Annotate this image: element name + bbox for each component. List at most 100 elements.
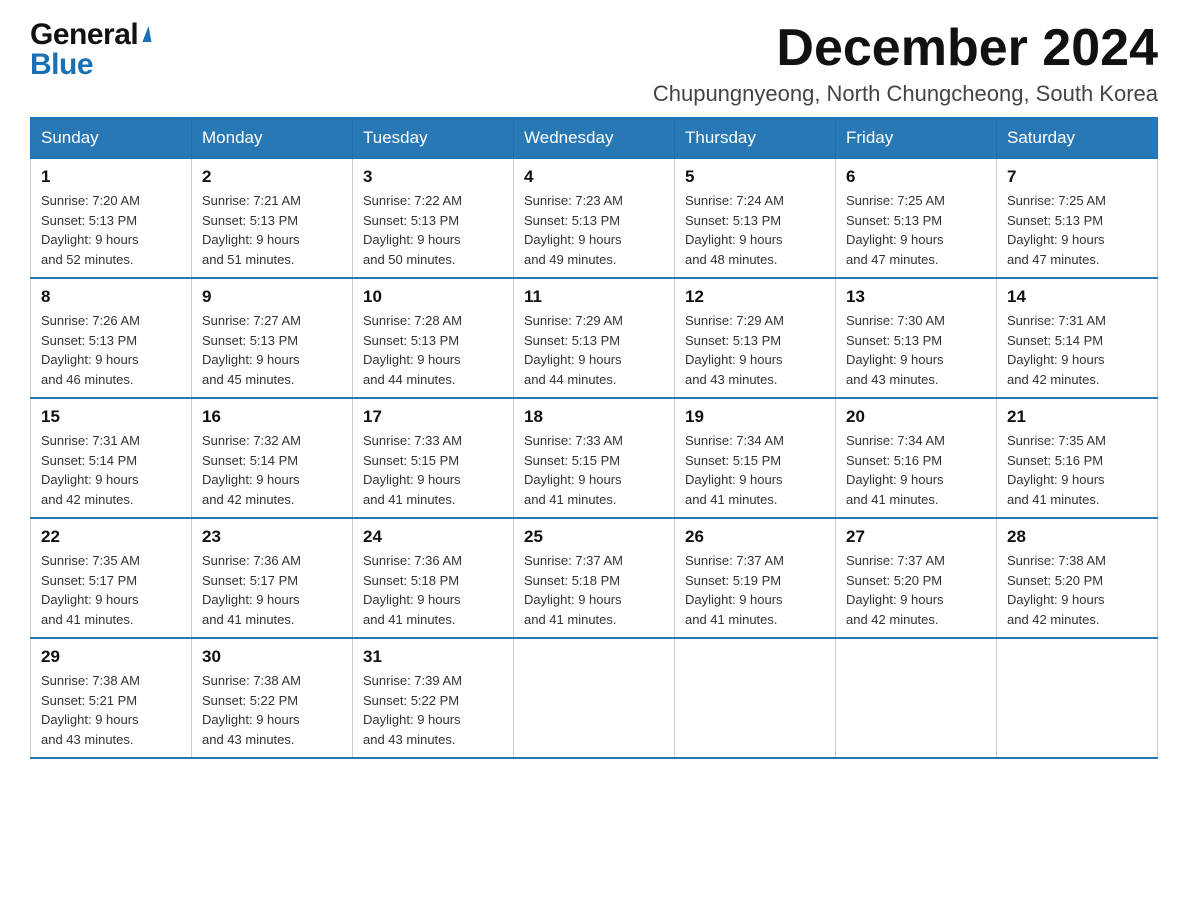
calendar-cell: 28 Sunrise: 7:38 AMSunset: 5:20 PMDaylig… (997, 518, 1158, 638)
calendar-cell: 24 Sunrise: 7:36 AMSunset: 5:18 PMDaylig… (353, 518, 514, 638)
day-number: 25 (524, 527, 664, 547)
day-info: Sunrise: 7:33 AMSunset: 5:15 PMDaylight:… (363, 433, 462, 507)
calendar-cell: 22 Sunrise: 7:35 AMSunset: 5:17 PMDaylig… (31, 518, 192, 638)
day-info: Sunrise: 7:33 AMSunset: 5:15 PMDaylight:… (524, 433, 623, 507)
logo-general: General (30, 20, 150, 50)
calendar-cell: 26 Sunrise: 7:37 AMSunset: 5:19 PMDaylig… (675, 518, 836, 638)
page-header: General Blue December 2024 Chupungnyeong… (30, 20, 1158, 107)
day-info: Sunrise: 7:25 AMSunset: 5:13 PMDaylight:… (1007, 193, 1106, 267)
day-info: Sunrise: 7:26 AMSunset: 5:13 PMDaylight:… (41, 313, 140, 387)
day-number: 24 (363, 527, 503, 547)
location-subtitle: Chupungnyeong, North Chungcheong, South … (653, 81, 1158, 107)
day-info: Sunrise: 7:30 AMSunset: 5:13 PMDaylight:… (846, 313, 945, 387)
calendar-cell: 2 Sunrise: 7:21 AMSunset: 5:13 PMDayligh… (192, 159, 353, 279)
col-friday: Friday (836, 118, 997, 159)
day-number: 15 (41, 407, 181, 427)
day-info: Sunrise: 7:38 AMSunset: 5:21 PMDaylight:… (41, 673, 140, 747)
day-number: 27 (846, 527, 986, 547)
day-info: Sunrise: 7:23 AMSunset: 5:13 PMDaylight:… (524, 193, 623, 267)
day-number: 8 (41, 287, 181, 307)
col-thursday: Thursday (675, 118, 836, 159)
calendar-cell (997, 638, 1158, 758)
calendar-header-row: Sunday Monday Tuesday Wednesday Thursday… (31, 118, 1158, 159)
calendar-week-row: 8 Sunrise: 7:26 AMSunset: 5:13 PMDayligh… (31, 278, 1158, 398)
calendar-cell: 10 Sunrise: 7:28 AMSunset: 5:13 PMDaylig… (353, 278, 514, 398)
day-number: 29 (41, 647, 181, 667)
day-info: Sunrise: 7:27 AMSunset: 5:13 PMDaylight:… (202, 313, 301, 387)
calendar-cell: 7 Sunrise: 7:25 AMSunset: 5:13 PMDayligh… (997, 159, 1158, 279)
day-info: Sunrise: 7:29 AMSunset: 5:13 PMDaylight:… (524, 313, 623, 387)
calendar-cell: 29 Sunrise: 7:38 AMSunset: 5:21 PMDaylig… (31, 638, 192, 758)
calendar-cell: 9 Sunrise: 7:27 AMSunset: 5:13 PMDayligh… (192, 278, 353, 398)
day-number: 17 (363, 407, 503, 427)
calendar-cell: 17 Sunrise: 7:33 AMSunset: 5:15 PMDaylig… (353, 398, 514, 518)
calendar-cell: 27 Sunrise: 7:37 AMSunset: 5:20 PMDaylig… (836, 518, 997, 638)
day-number: 20 (846, 407, 986, 427)
calendar-week-row: 15 Sunrise: 7:31 AMSunset: 5:14 PMDaylig… (31, 398, 1158, 518)
day-number: 11 (524, 287, 664, 307)
day-number: 5 (685, 167, 825, 187)
calendar-cell: 25 Sunrise: 7:37 AMSunset: 5:18 PMDaylig… (514, 518, 675, 638)
day-number: 7 (1007, 167, 1147, 187)
calendar-week-row: 22 Sunrise: 7:35 AMSunset: 5:17 PMDaylig… (31, 518, 1158, 638)
day-info: Sunrise: 7:31 AMSunset: 5:14 PMDaylight:… (1007, 313, 1106, 387)
calendar-cell: 11 Sunrise: 7:29 AMSunset: 5:13 PMDaylig… (514, 278, 675, 398)
day-info: Sunrise: 7:25 AMSunset: 5:13 PMDaylight:… (846, 193, 945, 267)
day-info: Sunrise: 7:37 AMSunset: 5:19 PMDaylight:… (685, 553, 784, 627)
title-area: December 2024 Chupungnyeong, North Chung… (653, 20, 1158, 107)
calendar-cell: 1 Sunrise: 7:20 AMSunset: 5:13 PMDayligh… (31, 159, 192, 279)
calendar-cell: 6 Sunrise: 7:25 AMSunset: 5:13 PMDayligh… (836, 159, 997, 279)
day-info: Sunrise: 7:36 AMSunset: 5:17 PMDaylight:… (202, 553, 301, 627)
day-info: Sunrise: 7:32 AMSunset: 5:14 PMDaylight:… (202, 433, 301, 507)
day-number: 19 (685, 407, 825, 427)
calendar-cell: 16 Sunrise: 7:32 AMSunset: 5:14 PMDaylig… (192, 398, 353, 518)
day-info: Sunrise: 7:22 AMSunset: 5:13 PMDaylight:… (363, 193, 462, 267)
calendar-cell (675, 638, 836, 758)
day-number: 3 (363, 167, 503, 187)
calendar-cell: 14 Sunrise: 7:31 AMSunset: 5:14 PMDaylig… (997, 278, 1158, 398)
calendar-cell: 23 Sunrise: 7:36 AMSunset: 5:17 PMDaylig… (192, 518, 353, 638)
day-number: 2 (202, 167, 342, 187)
calendar-week-row: 1 Sunrise: 7:20 AMSunset: 5:13 PMDayligh… (31, 159, 1158, 279)
calendar-cell: 4 Sunrise: 7:23 AMSunset: 5:13 PMDayligh… (514, 159, 675, 279)
day-number: 13 (846, 287, 986, 307)
calendar-cell (514, 638, 675, 758)
day-info: Sunrise: 7:38 AMSunset: 5:22 PMDaylight:… (202, 673, 301, 747)
day-info: Sunrise: 7:35 AMSunset: 5:17 PMDaylight:… (41, 553, 140, 627)
day-info: Sunrise: 7:34 AMSunset: 5:15 PMDaylight:… (685, 433, 784, 507)
day-info: Sunrise: 7:37 AMSunset: 5:20 PMDaylight:… (846, 553, 945, 627)
day-info: Sunrise: 7:39 AMSunset: 5:22 PMDaylight:… (363, 673, 462, 747)
calendar-cell: 21 Sunrise: 7:35 AMSunset: 5:16 PMDaylig… (997, 398, 1158, 518)
calendar-cell: 5 Sunrise: 7:24 AMSunset: 5:13 PMDayligh… (675, 159, 836, 279)
day-number: 23 (202, 527, 342, 547)
day-number: 16 (202, 407, 342, 427)
calendar-cell: 8 Sunrise: 7:26 AMSunset: 5:13 PMDayligh… (31, 278, 192, 398)
col-tuesday: Tuesday (353, 118, 514, 159)
calendar-cell: 15 Sunrise: 7:31 AMSunset: 5:14 PMDaylig… (31, 398, 192, 518)
day-info: Sunrise: 7:28 AMSunset: 5:13 PMDaylight:… (363, 313, 462, 387)
calendar-cell: 3 Sunrise: 7:22 AMSunset: 5:13 PMDayligh… (353, 159, 514, 279)
day-info: Sunrise: 7:29 AMSunset: 5:13 PMDaylight:… (685, 313, 784, 387)
month-year-title: December 2024 (653, 20, 1158, 77)
col-monday: Monday (192, 118, 353, 159)
calendar-cell: 18 Sunrise: 7:33 AMSunset: 5:15 PMDaylig… (514, 398, 675, 518)
day-info: Sunrise: 7:34 AMSunset: 5:16 PMDaylight:… (846, 433, 945, 507)
day-number: 12 (685, 287, 825, 307)
day-number: 14 (1007, 287, 1147, 307)
day-number: 18 (524, 407, 664, 427)
day-number: 21 (1007, 407, 1147, 427)
calendar-cell: 31 Sunrise: 7:39 AMSunset: 5:22 PMDaylig… (353, 638, 514, 758)
logo-blue: Blue (30, 50, 150, 80)
calendar-cell: 30 Sunrise: 7:38 AMSunset: 5:22 PMDaylig… (192, 638, 353, 758)
calendar-cell: 12 Sunrise: 7:29 AMSunset: 5:13 PMDaylig… (675, 278, 836, 398)
calendar-cell: 19 Sunrise: 7:34 AMSunset: 5:15 PMDaylig… (675, 398, 836, 518)
col-wednesday: Wednesday (514, 118, 675, 159)
day-info: Sunrise: 7:37 AMSunset: 5:18 PMDaylight:… (524, 553, 623, 627)
day-number: 31 (363, 647, 503, 667)
day-number: 10 (363, 287, 503, 307)
day-info: Sunrise: 7:38 AMSunset: 5:20 PMDaylight:… (1007, 553, 1106, 627)
day-info: Sunrise: 7:20 AMSunset: 5:13 PMDaylight:… (41, 193, 140, 267)
day-number: 26 (685, 527, 825, 547)
day-info: Sunrise: 7:36 AMSunset: 5:18 PMDaylight:… (363, 553, 462, 627)
day-number: 4 (524, 167, 664, 187)
